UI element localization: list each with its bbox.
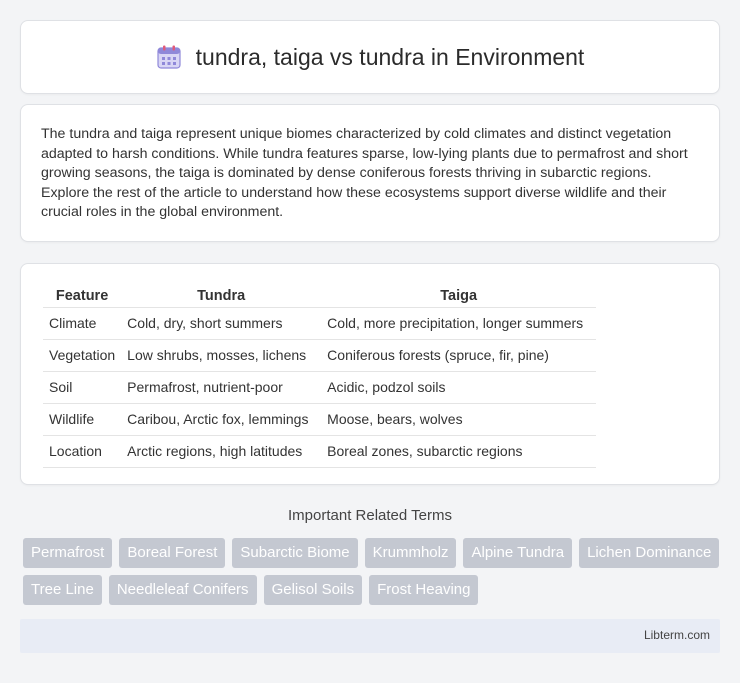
table-cell: Vegetation	[43, 339, 122, 372]
table-row: Location Arctic regions, high latitudes …	[43, 435, 597, 468]
comparison-table: Feature Tundra Taiga Climate Cold, dry, …	[43, 284, 597, 468]
table-row: Vegetation Low shrubs, mosses, lichens C…	[43, 339, 597, 372]
header-card: tundra, taiga vs tundra in Environment	[20, 20, 720, 94]
calendar-icon	[156, 44, 182, 70]
tag-lichen-dominance[interactable]: Lichen Dominance	[579, 538, 720, 568]
table-cell: Boreal zones, subarctic regions	[321, 435, 597, 468]
tag-gelisol-soils[interactable]: Gelisol Soils	[263, 575, 363, 605]
tag-alpine-tundra[interactable]: Alpine Tundra	[463, 538, 573, 568]
table-cell: Soil	[43, 371, 122, 404]
table-row: Soil Permafrost, nutrient-poor Acidic, p…	[43, 371, 597, 404]
column-header-taiga: Taiga	[321, 284, 597, 308]
tag-tree-line[interactable]: Tree Line	[23, 575, 102, 605]
table-cell: Cold, more precipitation, longer summers	[321, 307, 597, 340]
comparison-table-card: Feature Tundra Taiga Climate Cold, dry, …	[20, 263, 720, 485]
tag-boreal-forest[interactable]: Boreal Forest	[119, 538, 226, 568]
table-cell: Wildlife	[43, 403, 122, 436]
table-header-row: Feature Tundra Taiga	[43, 284, 597, 308]
tag-permafrost[interactable]: Permafrost	[23, 538, 113, 568]
footer: Libterm.com	[20, 619, 720, 653]
table-cell: Caribou, Arctic fox, lemmings	[121, 403, 322, 436]
header: tundra, taiga vs tundra in Environment	[156, 43, 585, 71]
table-cell: Cold, dry, short summers	[121, 307, 322, 340]
column-header-tundra: Tundra	[121, 284, 322, 308]
table-cell: Moose, bears, wolves	[321, 403, 597, 436]
intro-text: The tundra and taiga represent unique bi…	[41, 126, 688, 221]
column-header-feature: Feature	[43, 284, 122, 308]
tag-krummholz[interactable]: Krummholz	[364, 538, 457, 568]
table-cell: Location	[43, 435, 122, 468]
table-cell: Acidic, podzol soils	[321, 371, 597, 404]
footer-site-link[interactable]: Libterm.com	[644, 628, 710, 642]
table-cell: Low shrubs, mosses, lichens	[121, 339, 322, 372]
table-cell: Coniferous forests (spruce, fir, pine)	[321, 339, 597, 372]
page-title: tundra, taiga vs tundra in Environment	[195, 43, 585, 70]
intro-card: The tundra and taiga represent unique bi…	[20, 104, 720, 242]
tag-subarctic-biome[interactable]: Subarctic Biome	[232, 538, 358, 568]
table-cell: Permafrost, nutrient-poor	[121, 371, 322, 404]
table-row: Wildlife Caribou, Arctic fox, lemmings M…	[43, 403, 597, 436]
table-row: Climate Cold, dry, short summers Cold, m…	[43, 307, 597, 340]
table-cell: Arctic regions, high latitudes	[121, 435, 322, 468]
table-cell: Climate	[43, 307, 122, 340]
related-terms-title: Important Related Terms	[288, 507, 452, 524]
related-terms-tags: Permafrost Boreal Forest Subarctic Biome…	[23, 538, 723, 605]
tag-needleleaf-conifers[interactable]: Needleleaf Conifers	[108, 575, 257, 605]
tag-frost-heaving[interactable]: Frost Heaving	[369, 575, 479, 605]
